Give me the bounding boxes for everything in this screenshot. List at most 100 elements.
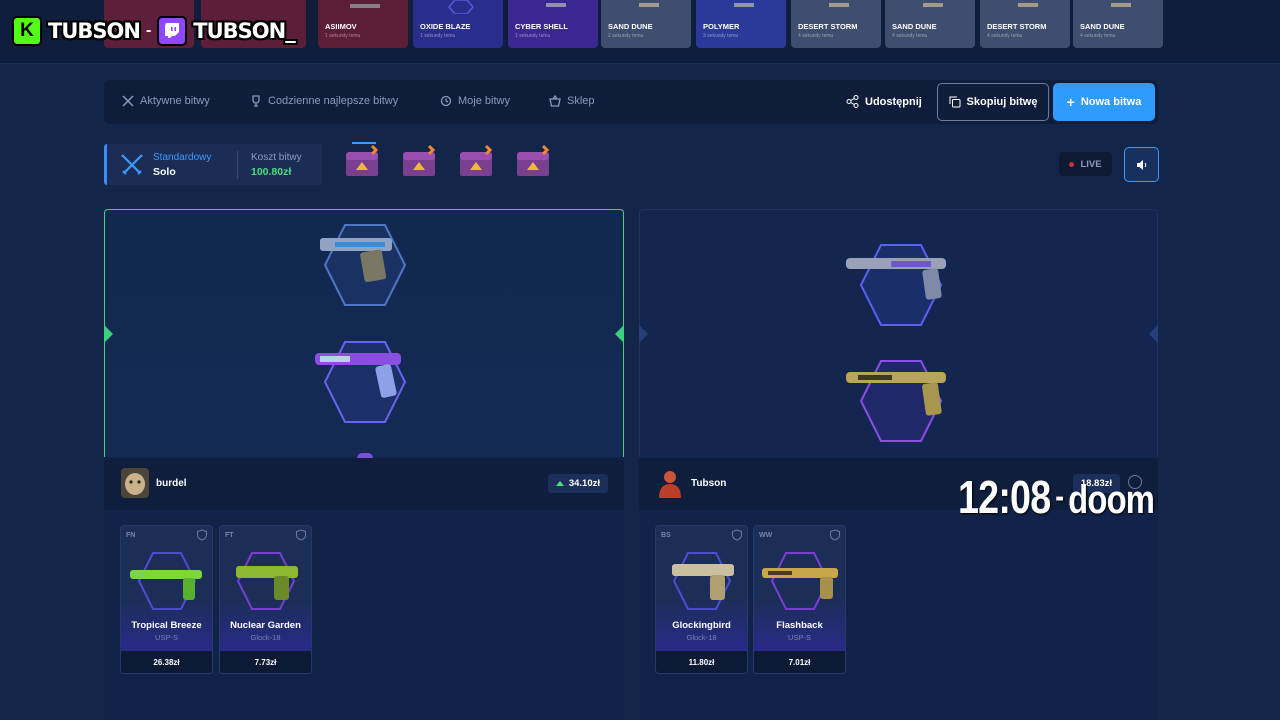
- item-price: 7.73zł: [220, 651, 311, 673]
- case-chest-icon[interactable]: [513, 142, 553, 182]
- share-icon: [846, 95, 859, 108]
- feed-card-name: CYBER SHELL: [515, 22, 568, 31]
- item-name: Flashback: [776, 620, 823, 631]
- battle-mode-type: Standardowy: [153, 152, 212, 163]
- feed-card-name: DESERT STORM: [987, 22, 1047, 31]
- feed-card-time: 1 sekundy temu: [515, 33, 551, 39]
- feed-card[interactable]: POLYMER 3 sekundy temu: [696, 0, 786, 48]
- drop-card[interactable]: FT Nuclear Garden Glock-18 7.73zł: [219, 525, 312, 674]
- spinning-item-pistol: [315, 341, 407, 423]
- spinning-item-pistol: [846, 244, 946, 326]
- item-name: Glockingbird: [672, 620, 731, 631]
- pistol-icon: [829, 3, 849, 7]
- rifle-icon: [350, 4, 380, 8]
- twitch-username: TUBSON_: [193, 19, 295, 43]
- feed-card[interactable]: OXIDE BLAZE 1 sekundy temu: [413, 0, 503, 48]
- feed-card-time: 4 sekundy temu: [1080, 33, 1116, 39]
- shield-icon: [296, 529, 306, 541]
- battle-nav-bar: Aktywne bitwy Codzienne najlepsze bitwy …: [104, 80, 1158, 124]
- player-2-spinner: [639, 209, 1158, 457]
- case-chest-icon[interactable]: [342, 142, 382, 182]
- live-dot-icon: [1069, 161, 1075, 167]
- avatar[interactable]: [656, 468, 684, 498]
- drop-card[interactable]: BS Glockingbird Glock-18 11.80zł: [655, 525, 748, 674]
- feed-card-name: SAND DUNE: [1080, 22, 1125, 31]
- share-label: Udostępnij: [865, 95, 922, 108]
- feed-card-name: SAND DUNE: [892, 22, 937, 31]
- spinner-left-marker: [639, 325, 648, 343]
- timer-separator: -: [1055, 478, 1064, 514]
- shield-icon: [197, 529, 207, 541]
- battle-cost-value: 100.80zł: [251, 166, 292, 178]
- item-weapon: USP-S: [788, 633, 811, 642]
- nav-shop[interactable]: Sklep: [549, 95, 595, 107]
- item-condition: BS: [661, 532, 671, 539]
- share-button[interactable]: Udostępnij: [846, 95, 922, 108]
- crossed-swords-icon: [121, 154, 143, 175]
- item-price: 7.01zł: [754, 651, 845, 673]
- feed-card-time: 1 sekundy temu: [420, 33, 456, 39]
- nav-label: Aktywne bitwy: [140, 95, 210, 107]
- streamer-overlay: K TUBSON - TUBSON_: [12, 13, 296, 49]
- nav-label: Sklep: [567, 95, 595, 107]
- pistol-icon: [546, 3, 566, 7]
- feed-card-name: ASIIMOV: [325, 22, 357, 31]
- feed-card-time: 3 sekundy temu: [703, 33, 739, 39]
- spinner-left-marker: [104, 325, 113, 343]
- pistol-icon: [734, 3, 754, 7]
- feed-card-name: SAND DUNE: [608, 22, 653, 31]
- shield-icon: [732, 529, 742, 541]
- item-name: Tropical Breeze: [131, 620, 202, 631]
- feed-card[interactable]: SAND DUNE 4 sekundy temu: [1073, 0, 1163, 48]
- new-battle-button[interactable]: + Nowa bitwa: [1053, 83, 1155, 121]
- kick-username: TUBSON: [48, 19, 141, 43]
- item-image: [762, 552, 838, 610]
- overlay-separator: -: [145, 22, 152, 39]
- feed-card[interactable]: DESERT STORM 4 sekundy temu: [791, 0, 881, 48]
- copy-battle-button[interactable]: Skopiuj bitwę: [937, 83, 1049, 121]
- drop-card[interactable]: WW Flashback USP-S 7.01zł: [753, 525, 846, 674]
- battle-mode-info: Standardowy Solo Koszt bitwy 100.80zł: [104, 144, 322, 185]
- battle-mode-players: Solo: [153, 166, 176, 178]
- case-chest-icon[interactable]: [456, 142, 496, 182]
- drop-card[interactable]: FN Tropical Breeze USP-S 26.38zł: [120, 525, 213, 674]
- history-icon: [440, 95, 452, 107]
- timer-label: doom: [1068, 478, 1155, 522]
- swords-icon: [122, 95, 134, 107]
- feed-card[interactable]: SAND DUNE 4 sekundy temu: [885, 0, 975, 48]
- case-chest-icon[interactable]: [399, 142, 439, 182]
- feed-card[interactable]: ASIIMOV 1 sekundy temu: [318, 0, 408, 48]
- feed-card-name: POLYMER: [703, 22, 740, 31]
- pistol-icon: [923, 3, 943, 7]
- timer-time: 12:08: [958, 471, 1051, 523]
- battle-cost-label: Koszt bitwy: [251, 152, 302, 163]
- item-image: [672, 552, 734, 610]
- feed-card[interactable]: CYBER SHELL 1 sekundy temu: [508, 0, 598, 48]
- item-image: [130, 552, 202, 610]
- nav-active-battles[interactable]: Aktywne bitwy: [122, 95, 210, 107]
- feed-card[interactable]: SAND DUNE 2 sekundy temu: [601, 0, 691, 48]
- live-indicator: LIVE: [1059, 152, 1112, 176]
- spinner-right-marker: [615, 325, 624, 343]
- item-image: [236, 552, 298, 610]
- live-label: LIVE: [1080, 158, 1102, 170]
- avatar[interactable]: [121, 468, 149, 498]
- spinning-item-pistol: [320, 224, 407, 306]
- spinner-right-marker: [1149, 325, 1158, 343]
- pistol-icon: [639, 3, 659, 7]
- sound-toggle-button[interactable]: [1124, 147, 1159, 182]
- hexagon-icon: [448, 0, 474, 14]
- arrow-up-icon: [555, 481, 564, 486]
- player-name[interactable]: Tubson: [691, 478, 726, 489]
- item-price: 11.80zł: [656, 651, 747, 673]
- feed-card[interactable]: DESERT STORM 4 sekundy temu: [980, 0, 1070, 48]
- nav-daily-best[interactable]: Codzienne najlepsze bitwy: [250, 95, 398, 107]
- feed-card-time: 1 sekundy temu: [325, 33, 361, 39]
- player-name[interactable]: burdel: [156, 478, 187, 489]
- item-condition: FN: [126, 532, 136, 539]
- nav-my-battles[interactable]: Moje bitwy: [440, 95, 510, 107]
- feed-card-time: 4 sekundy temu: [892, 33, 928, 39]
- divider: [237, 151, 238, 179]
- item-weapon: Glock-18: [686, 633, 717, 642]
- feed-card-name: DESERT STORM: [798, 22, 858, 31]
